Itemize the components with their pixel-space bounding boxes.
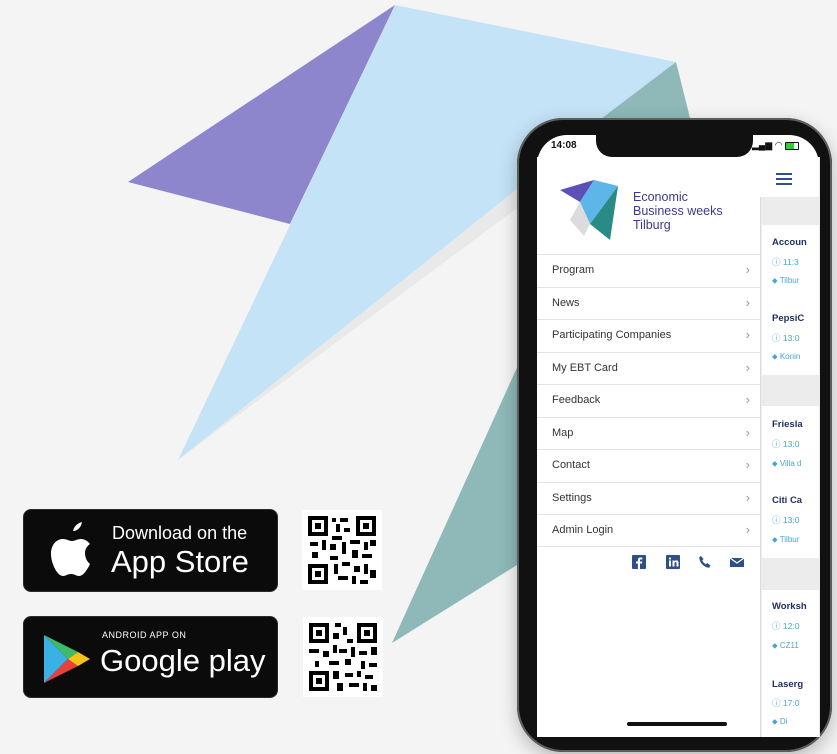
event-time: ⓘ 13:0 bbox=[772, 515, 800, 525]
phone-notch bbox=[596, 133, 753, 157]
apple-icon bbox=[51, 522, 90, 576]
hamburger-menu-icon[interactable] bbox=[776, 173, 792, 185]
event-location: ⬥ Di bbox=[772, 717, 788, 726]
event-time-value: 13:0 bbox=[782, 333, 800, 343]
menu-item-label: Feedback bbox=[552, 394, 601, 406]
google-play-main-text: Google play bbox=[100, 643, 266, 678]
menu-item-label: My EBT Card bbox=[552, 361, 618, 374]
app-store-main-text: App Store bbox=[111, 544, 249, 579]
event-card[interactable]: Worksh ⓘ 12:0 ⬥ CZ11 Laserg ⓘ 17:0 ⬥ Di bbox=[762, 590, 819, 737]
event-time: ⓘ 17:0 bbox=[772, 698, 800, 708]
event-location-value: Tilbur bbox=[779, 276, 800, 285]
event-time-value: 13:0 bbox=[782, 439, 800, 449]
mail-icon[interactable] bbox=[729, 555, 745, 569]
google-play-qr-code[interactable] bbox=[303, 617, 383, 697]
menu-item-news[interactable]: News › bbox=[537, 286, 760, 320]
home-indicator[interactable] bbox=[627, 722, 727, 726]
menu-item-feedback[interactable]: Feedback › bbox=[537, 384, 760, 417]
chevron-right-icon: › bbox=[745, 424, 750, 440]
event-title: Worksh bbox=[772, 601, 807, 612]
battery-icon bbox=[785, 141, 800, 150]
chevron-right-icon: › bbox=[745, 489, 750, 505]
event-location: ⬥ Tilbur bbox=[772, 535, 800, 544]
app-store-qr-code[interactable] bbox=[302, 510, 382, 590]
facebook-icon[interactable] bbox=[632, 555, 646, 569]
event-location-value: CZ11 bbox=[779, 641, 799, 650]
event-title: Accoun bbox=[772, 237, 807, 248]
chevron-right-icon: › bbox=[745, 392, 750, 407]
event-title: Friesla bbox=[772, 419, 803, 430]
chevron-right-icon: › bbox=[745, 262, 750, 277]
event-time-value: 17:0 bbox=[782, 698, 800, 708]
event-location-value: Konin bbox=[779, 352, 801, 361]
wifi-icon: ◠ bbox=[774, 140, 783, 150]
event-title: Laserg bbox=[772, 679, 804, 690]
brand-line-3: Tilburg bbox=[633, 218, 671, 232]
signal-icon: ▂▄▆ bbox=[752, 140, 773, 150]
event-time-value: 11:3 bbox=[782, 257, 799, 267]
event-location: ⬥ CZ11 bbox=[772, 641, 799, 650]
app-store-button[interactable]: Download on the App Store bbox=[23, 509, 278, 592]
event-title: Citi Ca bbox=[772, 495, 803, 506]
menu-item-label: Participating Companies bbox=[552, 329, 672, 341]
chevron-right-icon: › bbox=[745, 294, 750, 310]
menu-item-map[interactable]: Map › bbox=[537, 416, 760, 450]
status-time: 14:08 bbox=[551, 140, 577, 151]
menu-item-label: Admin Login bbox=[552, 524, 614, 536]
event-location-value: Di bbox=[779, 717, 788, 726]
event-time-value: 13:0 bbox=[782, 515, 800, 525]
app-store-top-line: Download on the bbox=[112, 523, 248, 543]
social-links bbox=[630, 555, 750, 573]
chevron-right-icon: › bbox=[745, 457, 750, 472]
menu-item-settings[interactable]: Settings › bbox=[537, 481, 760, 515]
menu-item-label: Program bbox=[552, 264, 595, 276]
menu-item-program[interactable]: Program › bbox=[537, 254, 760, 287]
event-location: ⬥ Konin bbox=[772, 352, 801, 361]
menu-item-admin-login[interactable]: Admin Login › bbox=[537, 514, 760, 547]
linkedin-icon[interactable] bbox=[666, 555, 680, 569]
menu-item-label: Settings bbox=[552, 491, 592, 504]
google-play-button[interactable]: ANDROID APP ON Google play bbox=[23, 616, 278, 698]
event-time: ⓘ 13:0 bbox=[772, 439, 800, 449]
event-card[interactable]: Friesla ⓘ 13:0 ⬥ Villa d Citi Ca ⓘ 13:0 … bbox=[762, 406, 819, 558]
google-play-top-line: ANDROID APP ON bbox=[102, 630, 187, 640]
google-play-icon bbox=[44, 635, 90, 683]
menu-list: Program › News › Participating Companies › … bbox=[537, 254, 760, 547]
event-location-value: Villa d bbox=[779, 459, 802, 468]
chevron-right-icon: › bbox=[745, 327, 750, 342]
menu-item-participating-companies[interactable]: Participating Companies › bbox=[537, 319, 760, 352]
brand-line-2: Business weeks bbox=[633, 204, 723, 218]
event-time-value: 12:0 bbox=[782, 621, 800, 631]
chevron-right-icon: › bbox=[745, 359, 750, 375]
teal-shape-bottom bbox=[392, 350, 525, 643]
event-time: ⓘ 11:3 bbox=[772, 257, 799, 267]
event-card[interactable]: Accoun ⓘ 11:3 ⬥ Tilbur PepsiC ⓘ 13:0 ⬥ K… bbox=[762, 225, 819, 375]
menu-item-label: News bbox=[552, 296, 580, 309]
menu-item-label: Map bbox=[552, 426, 574, 439]
status-icons: ▂▄▆ ◠ bbox=[752, 140, 800, 151]
chevron-right-icon: › bbox=[745, 522, 750, 537]
phone-icon[interactable] bbox=[698, 555, 712, 569]
event-location: ⬥ Tilbur bbox=[772, 276, 800, 285]
event-time: ⓘ 13:0 bbox=[772, 333, 800, 343]
event-location-value: Tilbur bbox=[779, 535, 800, 544]
menu-item-my-ebt-card[interactable]: My EBT Card › bbox=[537, 351, 760, 385]
event-time: ⓘ 12:0 bbox=[772, 621, 800, 631]
menu-item-label: Contact bbox=[552, 459, 590, 471]
event-title: PepsiC bbox=[772, 313, 805, 324]
brand-title: Economic Business weeks Tilburg bbox=[633, 190, 723, 232]
brand-line-1: Economic bbox=[633, 190, 688, 204]
menu-item-contact[interactable]: Contact › bbox=[537, 449, 760, 482]
event-location: ⬥ Villa d bbox=[772, 459, 802, 468]
ebt-logo-icon bbox=[560, 180, 618, 240]
